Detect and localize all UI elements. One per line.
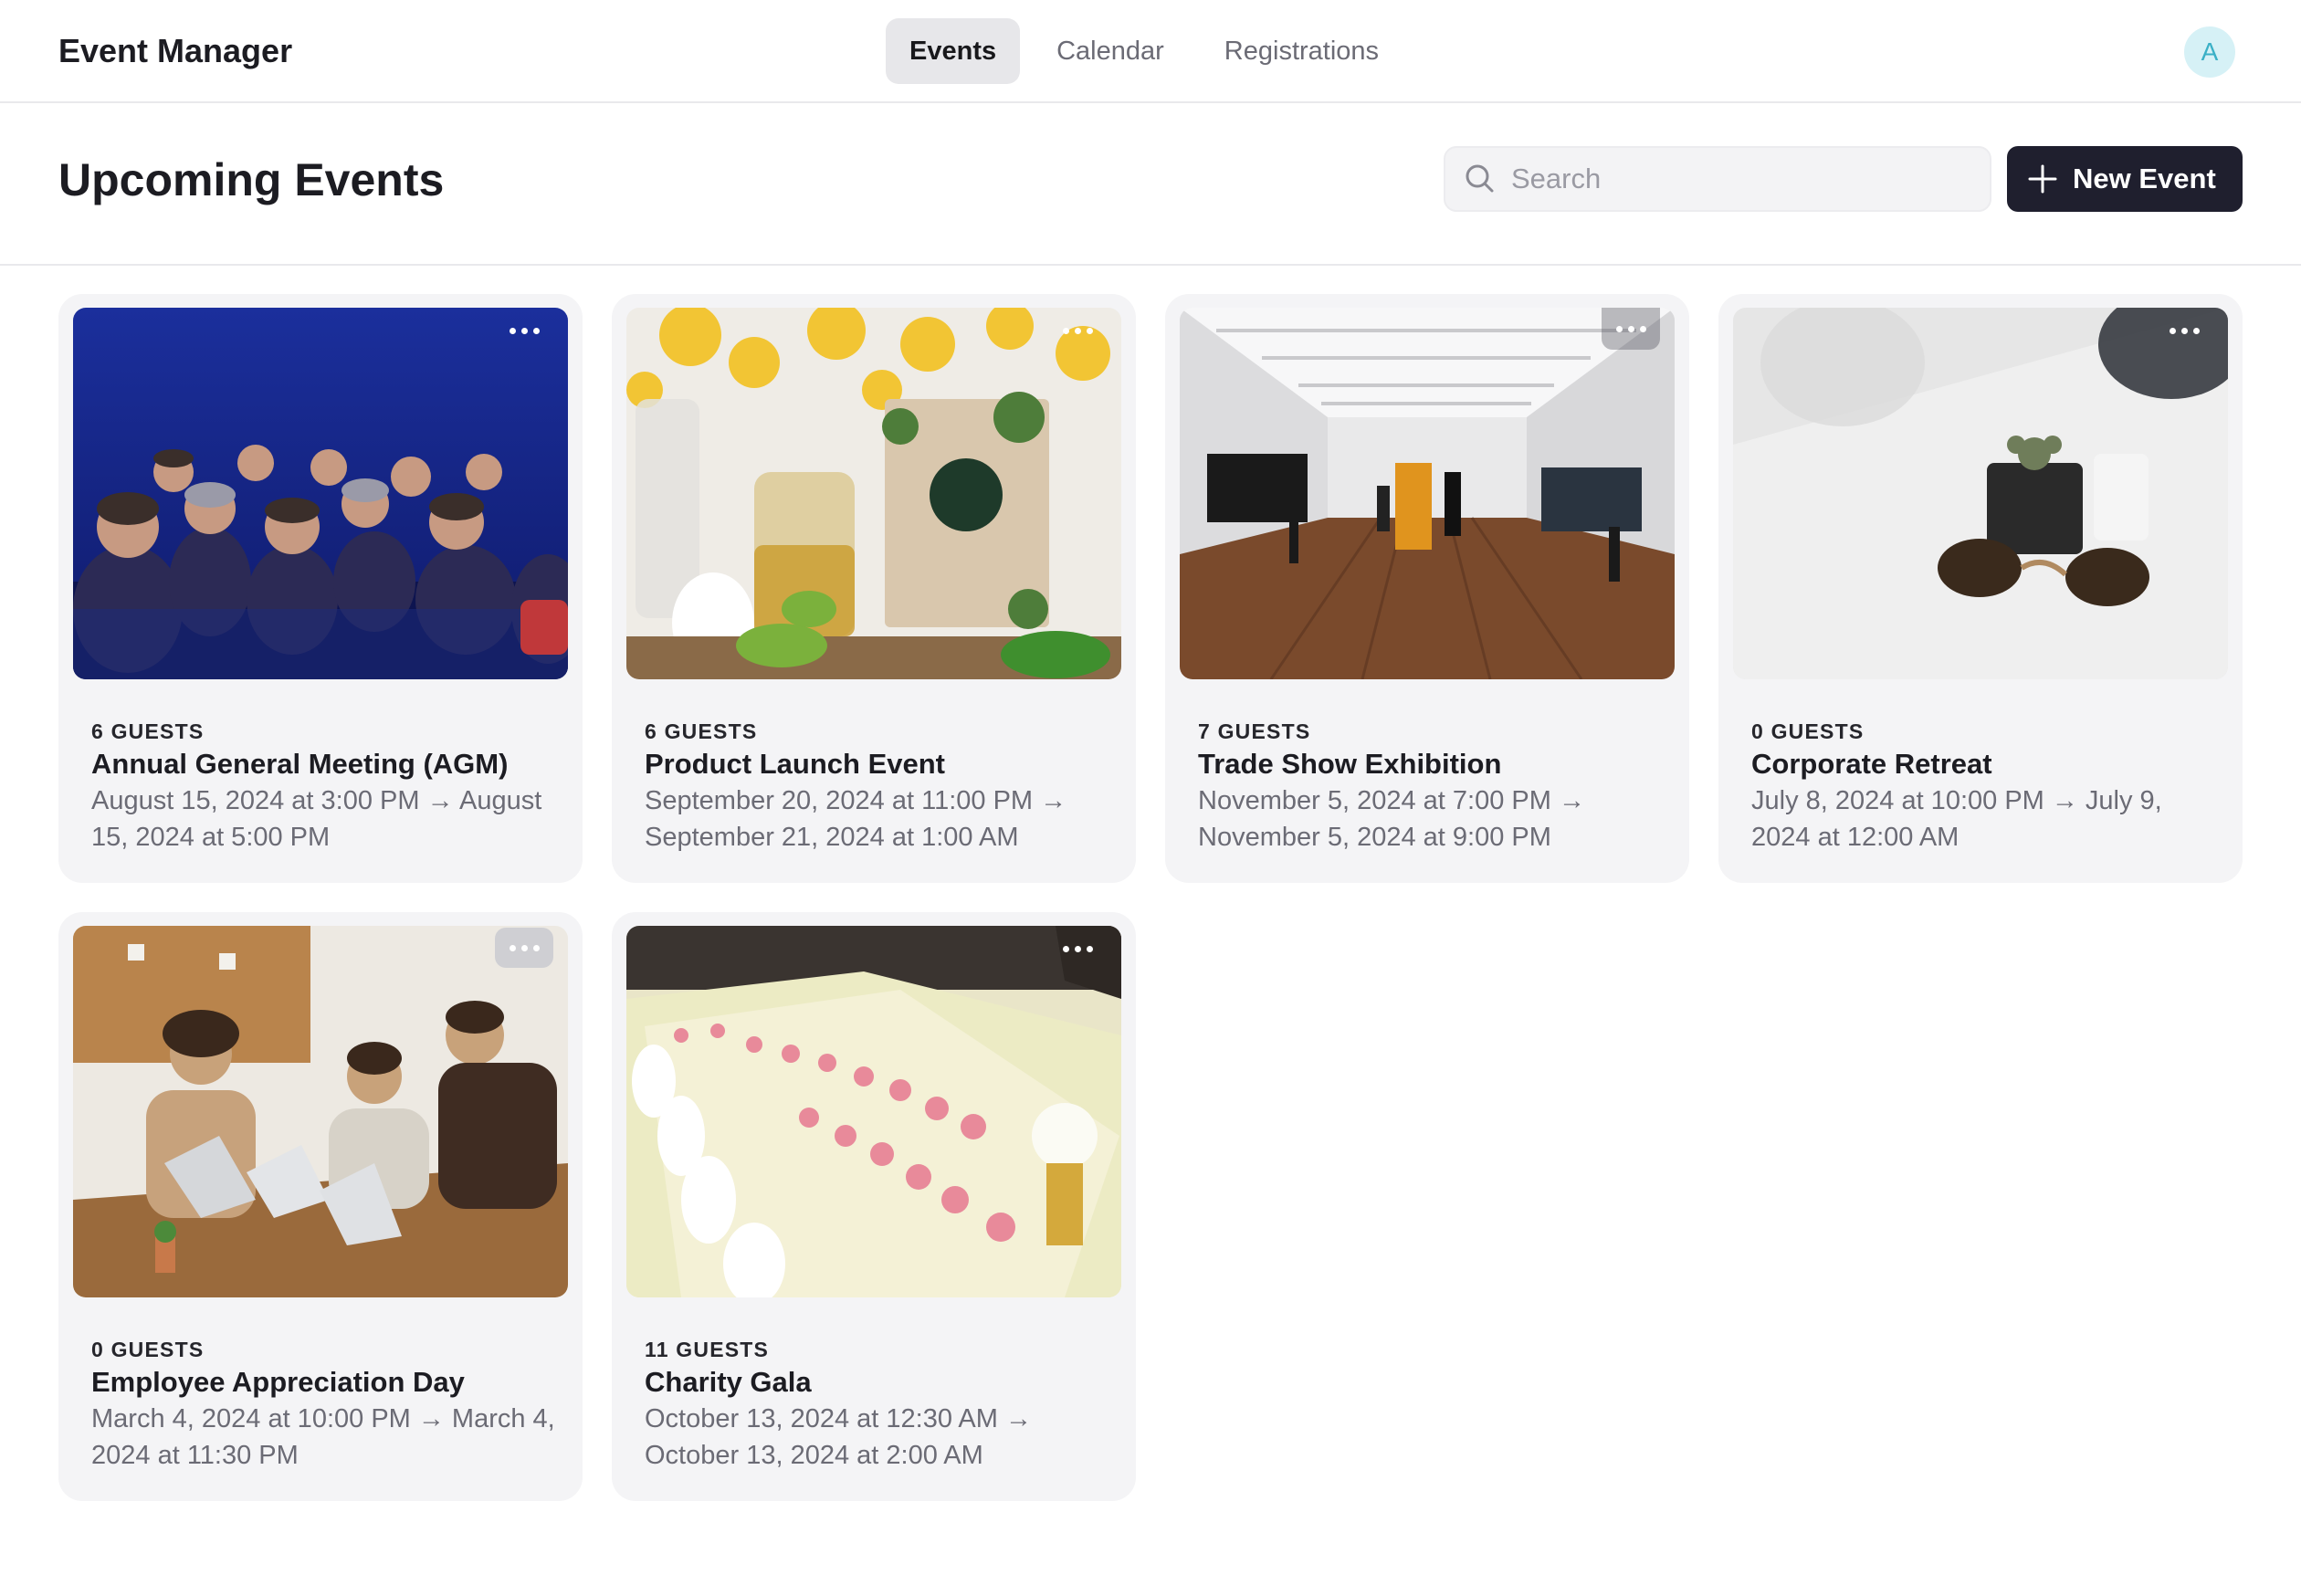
event-image-soap-product <box>626 308 1121 679</box>
search-input[interactable] <box>1511 152 1968 206</box>
more-options-button[interactable] <box>495 928 553 968</box>
event-title: Corporate Retreat <box>1751 748 1992 780</box>
ellipsis-icon <box>509 944 540 951</box>
event-card[interactable]: 7 GUESTS Trade Show Exhibition November … <box>1165 294 1689 883</box>
more-options-button[interactable] <box>1048 310 1107 352</box>
event-info: 6 GUESTS Annual General Meeting (AGM) Au… <box>91 719 557 856</box>
event-info: 6 GUESTS Product Launch Event September … <box>645 719 1110 856</box>
event-image-office-meeting <box>73 926 568 1297</box>
event-title: Trade Show Exhibition <box>1198 748 1502 780</box>
more-options-button[interactable] <box>2155 310 2213 352</box>
event-dates: August 15, 2024 at 3:00 PM → August 15, … <box>91 786 542 852</box>
event-card[interactable]: 6 GUESTS Product Launch Event September … <box>612 294 1136 883</box>
tab-registrations[interactable]: Registrations <box>1201 18 1403 84</box>
event-title: Employee Appreciation Day <box>91 1366 465 1398</box>
search-icon <box>1466 164 1494 193</box>
plus-icon <box>2028 164 2057 194</box>
top-bar: Event Manager Events Calendar Registrati… <box>0 0 2301 103</box>
guest-count: 0 GUESTS <box>91 1338 205 1361</box>
ellipsis-icon <box>1062 945 1093 952</box>
more-options-button[interactable] <box>495 310 553 352</box>
ellipsis-icon <box>2169 327 2200 334</box>
guest-count: 7 GUESTS <box>1198 719 1311 743</box>
guest-count: 11 GUESTS <box>645 1338 770 1361</box>
event-dates: March 4, 2024 at 10:00 PM → March 4, 202… <box>91 1404 555 1470</box>
ellipsis-icon <box>509 327 540 334</box>
event-image-gallery-hall <box>1180 308 1675 679</box>
guest-count: 0 GUESTS <box>1751 719 1865 743</box>
more-options-button[interactable] <box>1048 928 1107 970</box>
new-event-label: New Event <box>2073 163 2216 194</box>
event-dates: July 8, 2024 at 10:00 PM → July 9, 2024 … <box>1751 786 2162 852</box>
event-dates: September 20, 2024 at 11:00 PM → Septemb… <box>645 786 1067 852</box>
event-card[interactable]: 0 GUESTS Corporate Retreat July 8, 2024 … <box>1718 294 2243 883</box>
ellipsis-icon <box>1615 325 1646 332</box>
event-card[interactable]: 0 GUESTS Employee Appreciation Day March… <box>58 912 583 1501</box>
event-dates: November 5, 2024 at 7:00 PM → November 5… <box>1198 786 1585 852</box>
search-box[interactable] <box>1444 146 1991 212</box>
guest-count: 6 GUESTS <box>91 719 205 743</box>
tab-events[interactable]: Events <box>886 18 1021 84</box>
guest-count: 6 GUESTS <box>645 719 758 743</box>
new-event-button[interactable]: New Event <box>2007 146 2243 212</box>
event-image-sunglasses-desk <box>1733 308 2228 679</box>
event-title: Product Launch Event <box>645 748 945 780</box>
user-avatar[interactable]: A <box>2184 26 2235 78</box>
event-info: 0 GUESTS Corporate Retreat July 8, 2024 … <box>1751 719 2217 856</box>
event-card[interactable]: 11 GUESTS Charity Gala October 13, 2024 … <box>612 912 1136 1501</box>
page-title: Upcoming Events <box>58 154 445 205</box>
event-title: Annual General Meeting (AGM) <box>91 748 509 780</box>
event-info: 7 GUESTS Trade Show Exhibition November … <box>1198 719 1664 856</box>
event-image-audience <box>73 308 568 679</box>
event-info: 11 GUESTS Charity Gala October 13, 2024 … <box>645 1337 1110 1474</box>
event-image-banquet-table <box>626 926 1121 1297</box>
ellipsis-icon <box>1062 327 1093 334</box>
app-root: Event Manager Events Calendar Registrati… <box>0 0 2301 1596</box>
app-title: Event Manager <box>58 32 293 69</box>
event-title: Charity Gala <box>645 1366 812 1398</box>
event-card[interactable]: 6 GUESTS Annual General Meeting (AGM) Au… <box>58 294 583 883</box>
more-options-button[interactable] <box>1602 308 1660 350</box>
event-info: 0 GUESTS Employee Appreciation Day March… <box>91 1337 557 1474</box>
page-header: Upcoming Events New Event <box>0 103 2301 266</box>
main-nav: Events Calendar Registrations <box>886 18 1403 84</box>
event-dates: October 13, 2024 at 12:30 AM → October 1… <box>645 1404 1032 1470</box>
tab-calendar[interactable]: Calendar <box>1033 18 1188 84</box>
